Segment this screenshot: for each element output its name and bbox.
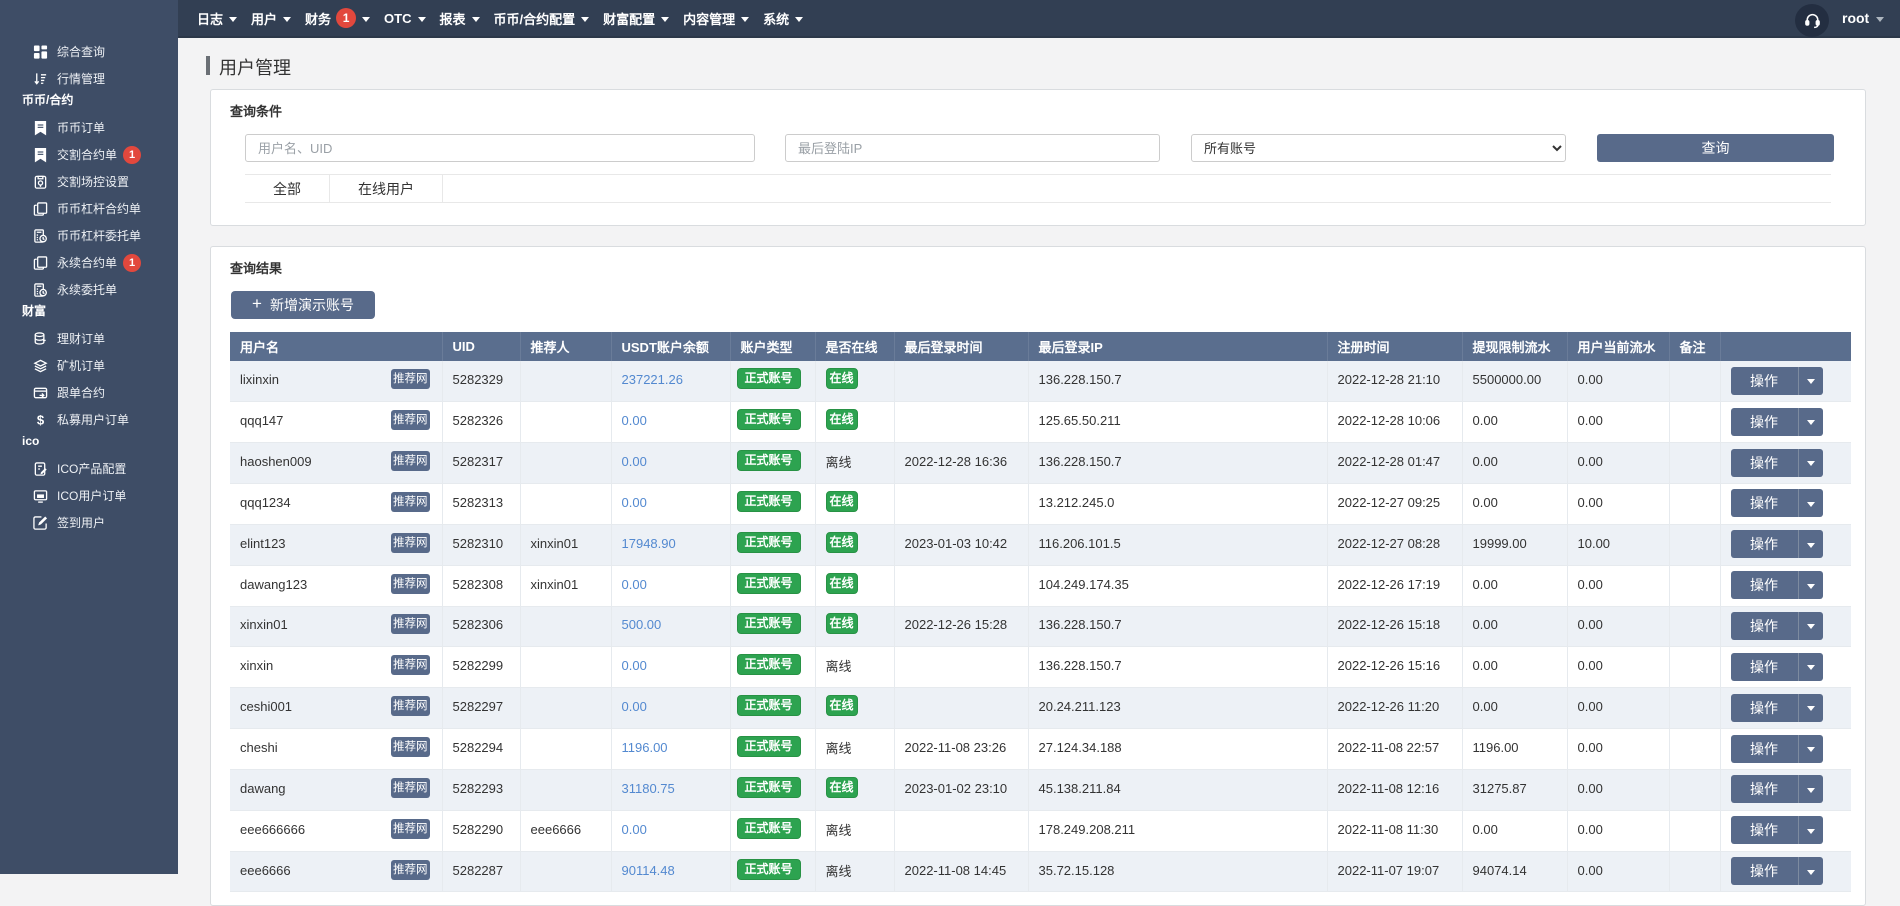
svg-text:$: $ (37, 412, 45, 427)
